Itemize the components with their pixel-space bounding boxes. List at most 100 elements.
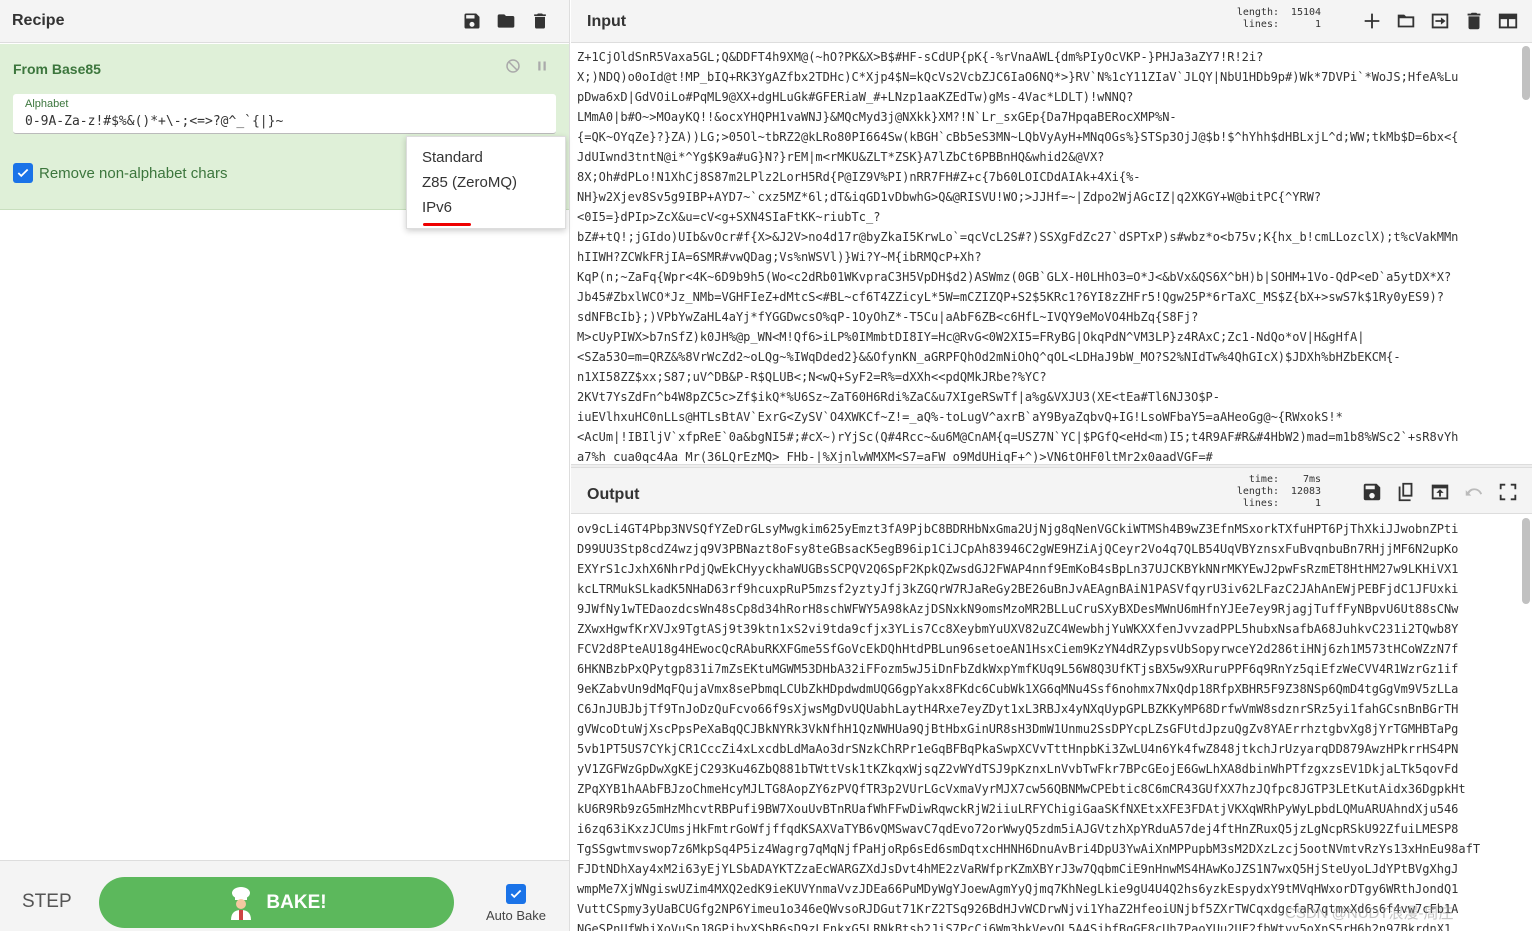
input-header: Input length: 15104 lines: 1: [571, 0, 1532, 43]
recipe-title: Recipe: [12, 12, 65, 29]
length-label: length:: [1236, 486, 1279, 497]
output-text-line: EXYrS1cJxhX6NhrPdjQwEkCHyyckhaWUGBsSCPQV…: [577, 562, 1459, 576]
copy-icon[interactable]: [1395, 481, 1417, 503]
input-text-line: M>cUyPIWX>b7nSfZ)k0JH%@p_WN<M!Qf6>iLP%0I…: [577, 330, 1365, 344]
folder-icon[interactable]: [489, 6, 523, 36]
alphabet-field[interactable]: Alphabet 0-9A-Za-z!#$%&()*+\-;<=>?@^_`{|…: [13, 94, 556, 134]
input-text-line: hIIWH?ZCWkFRjIA=6SMR#vwQDag;Vs%nWSVl)}Wi…: [577, 250, 982, 264]
output-text-line: FJDtNDhXay4xM2i63yEjYLSbADAYKTZzaEcWARGZ…: [577, 862, 1459, 876]
output-pane: Output time: 7ms length: 12083 lines: 1: [571, 468, 1532, 931]
recipe-panel: Recipe From Base85 Alphabet 0-9A-Za-z!#$…: [0, 0, 570, 931]
output-text-line: ZPqXYB1hAAbFBJzoChmeHcyMJLTG8AopZY6zPVQf…: [577, 782, 1466, 796]
maximize-icon[interactable]: [1497, 481, 1519, 503]
alphabet-label: Alphabet: [25, 98, 69, 110]
output-time: 7ms: [1302, 474, 1322, 485]
input-text-line: a7%h_cua0qc4Aa_Mr(36LQrEzMQ>_FHb-|%Xjnlw…: [577, 450, 1213, 463]
input-length: 15104: [1290, 7, 1322, 18]
input-text-line: 2KVt7YsZdFn^b4W8pZC5c>Zf$ikQ*%U6Sz~ZaT60…: [577, 390, 1220, 404]
output-text-line: TgSSgwtmvswop7z6MkpSq4P5iz4Wagrg7qMqNjfP…: [577, 842, 1481, 856]
input-text-line: <0I5=}dPIp>ZcX&u=cV<g+SXN4SIaFtKK~riubTc…: [577, 210, 881, 224]
input-text-line: X;)NDQ)o0oId@t!MP_bIQ+RK3YgAZfbx2TDHc)C*…: [577, 70, 1459, 84]
checkbox-checked-icon[interactable]: [13, 163, 33, 183]
time-label: time:: [1248, 474, 1279, 485]
red-underline-annotation: [423, 223, 471, 226]
bake-button[interactable]: BAKE!: [99, 877, 454, 928]
input-stats: length: 15104 lines: 1: [1223, 7, 1321, 31]
replace-input-icon[interactable]: [1429, 481, 1451, 503]
step-button[interactable]: STEP: [22, 891, 72, 913]
output-text-line: yV1ZGFWzGpDwXgKEjC293Ku46ZbQ881bTWttVsk1…: [577, 762, 1459, 776]
output-text-line: kU6R9Rb9zG5mHzMhcvtRBPufi9BW7XouUvBTnRUa…: [577, 802, 1459, 816]
dropdown-option-standard[interactable]: Standard: [407, 145, 565, 170]
input-text-line: JdUIwnd3tntN@i*^Yg$K9a#uG}N?}rEM|m<rMKU&…: [577, 150, 1105, 164]
output-text-line: wmpMe7XjWNgiswUZim4MXQ2edK9ieKUVYnmaVvzJ…: [577, 882, 1459, 896]
input-text-line: pDwa6xD|GdVOiLo#PqML9@XX+dgHLuGk#GFERiaW…: [577, 90, 1134, 104]
open-folder-icon[interactable]: [1395, 10, 1417, 32]
input-text-line: LMmA0|b#O~>MOayKQ!!&ocxYHQPH1vaWNJ}&MQcM…: [577, 110, 1177, 124]
output-text-line: FCV2d8PteAU18g4HEwocQcRAbuRKXFGme5SfGoVc…: [577, 642, 1459, 656]
output-text-line: 6HKNBzbPxQPytgp831i7mZsEKtuMGWM53DHbA32i…: [577, 662, 1459, 676]
save-output-icon[interactable]: [1361, 481, 1383, 503]
save-icon[interactable]: [455, 6, 489, 36]
chef-icon: [231, 886, 252, 920]
output-text-area[interactable]: ov9cLi4GT4Pbp3NVSQfYZeDrGLsyMwgkim625yEm…: [577, 519, 1521, 931]
bake-label: BAKE!: [266, 891, 327, 913]
input-title: Input: [587, 13, 627, 30]
remove-non-alphabet-checkbox[interactable]: Remove non-alphabet chars: [13, 163, 227, 183]
output-text-line: kcLTRMukSLkadK5NHaD63rf9hcuxpRuP5mzsf2yz…: [577, 582, 1459, 596]
alphabet-value[interactable]: 0-9A-Za-z!#$%&()*+\-;<=>?@^_`{|}~: [25, 114, 283, 129]
checkbox-checked-icon[interactable]: [506, 884, 526, 904]
output-text-line: C6JnJUBJbjTf9TnJoDzQuFcvo66f9sXjwsMgDvUQ…: [577, 702, 1459, 716]
output-text-line: 9eKZabvUn9dMqFQujaVmx8sePbmqLCUbZkHDpdwd…: [577, 682, 1459, 696]
dropdown-option-ipv6[interactable]: IPv6: [407, 195, 565, 220]
auto-bake-label: Auto Bake: [486, 908, 546, 923]
input-text-line: n1XI58ZZ$xx;S87;uV^DB&P-R$QLUB<;N<wQ+SyF…: [577, 370, 1047, 384]
output-stats: time: 7ms length: 12083 lines: 1: [1223, 474, 1321, 510]
lines-label: lines:: [1242, 19, 1279, 30]
input-text-line: bZ#+tQ!;jGIdo)UIb&vOcr#f{X>&J2V>no4d17r@…: [577, 230, 1459, 244]
operation-title: From Base85: [13, 61, 101, 77]
input-text-area[interactable]: Z+1CjOldSnR5Vaxa5GL;Q&DDFT4h9XM@(~hO?PK&…: [577, 47, 1521, 463]
output-text-line: ZXwxHgwfKrXVJx9TgtASj9t39ktn1xS2vi9tda9c…: [577, 622, 1459, 636]
input-text-line: NH}w2Xjev8Sv5g9IBP+AYD7~`cxz5MZ*6l;dT&iq…: [577, 190, 1322, 204]
output-title: Output: [587, 486, 640, 503]
recipe-header: Recipe: [0, 0, 569, 43]
input-pane: Input length: 15104 lines: 1 Z+1CjOldSnR…: [571, 0, 1532, 464]
input-scrollbar[interactable]: [1522, 46, 1530, 100]
trash-icon[interactable]: [523, 6, 557, 36]
layout-icon[interactable]: [1497, 10, 1519, 32]
input-text-line: iuEVlhxuHC0nLLs@HTLsBtAV`ExrG<ZySV`O4XWK…: [577, 410, 1343, 424]
output-text-line: ov9cLi4GT4Pbp3NVSQfYZeDrGLsyMwgkim625yEm…: [577, 522, 1459, 536]
disable-icon[interactable]: [504, 57, 522, 75]
output-lines: 1: [1315, 498, 1322, 509]
input-text-line: KqP(n;~ZaFq{Wpr<4K~6D9b9h5(Wo<c2dRb01WKv…: [577, 270, 1452, 284]
watermark-text: CSDN @NUDT浪漫-周庄: [1285, 905, 1454, 922]
undo-icon[interactable]: [1463, 481, 1485, 503]
output-text-line: i6zq63iKxzJCUmsjHkFmtrGoWfjffqdKSAXVaTYB…: [577, 822, 1459, 836]
output-text-line: gVWcoDtuWjXscPpsPeXaBqQCJBkNYRk3VkNfhH1Q…: [577, 722, 1459, 736]
output-scrollbar[interactable]: [1522, 518, 1530, 604]
input-lines: 1: [1315, 19, 1322, 30]
alphabet-dropdown-menu: Standard Z85 (ZeroMQ) IPv6: [406, 136, 566, 229]
cyberchef-app: Recipe From Base85 Alphabet 0-9A-Za-z!#$…: [0, 0, 1532, 931]
lines-label: lines:: [1242, 498, 1279, 509]
remove-non-alphabet-label: Remove non-alphabet chars: [39, 164, 228, 182]
add-icon[interactable]: [1361, 10, 1383, 32]
output-text-line: 9JWfNy1wTEDaozdcsWn48sCp8d34hRorH8schWFW…: [577, 602, 1459, 616]
output-text-line: 5vb1PT5US7CYkjCR1CccZi4xLxcdbLdMaAo3drSN…: [577, 742, 1459, 756]
bake-bar: STEP BAKE! Auto Bake: [0, 860, 569, 931]
input-text-line: 8X;Oh#dPLo!N1XhCj8S87m2LPlz2LorH5Rd{P@IZ…: [577, 170, 1141, 184]
pause-icon[interactable]: [533, 57, 551, 75]
dropdown-option-z85[interactable]: Z85 (ZeroMQ): [407, 170, 565, 195]
auto-bake-toggle[interactable]: Auto Bake: [484, 884, 548, 923]
input-text-line: <SZa53O=m=QRZ&%8VrWcZd2~oLQg~%IWqDded2}&…: [577, 350, 1401, 364]
open-file-icon[interactable]: [1429, 10, 1451, 32]
input-text-line: {=QK~OYqZe}?}ZA))LG;>05Ol~tbRZ2@kLRo80PI…: [577, 130, 1459, 144]
output-text-line: D99UU3Stp8cdZ4wzjq9V3PBNazt8oFsy8teGBsac…: [577, 542, 1459, 556]
clear-input-icon[interactable]: [1463, 10, 1485, 32]
input-text-line: sdNFBcIb};)VPbYwZaHL4aYj*fYGGDwcsO%qP-1O…: [577, 310, 1199, 324]
output-header: Output time: 7ms length: 12083 lines: 1: [571, 468, 1532, 514]
output-length: 12083: [1290, 486, 1322, 497]
input-text-line: Jb45#ZbxlWCO*Jz_NMb=VGHFIeZ+dMtcS<#BL~cf…: [577, 290, 1444, 304]
input-text-line: <AcUm|!IBIljV`xfpReE`0a&bgNI5#;#cX~)rYjS…: [577, 430, 1459, 444]
